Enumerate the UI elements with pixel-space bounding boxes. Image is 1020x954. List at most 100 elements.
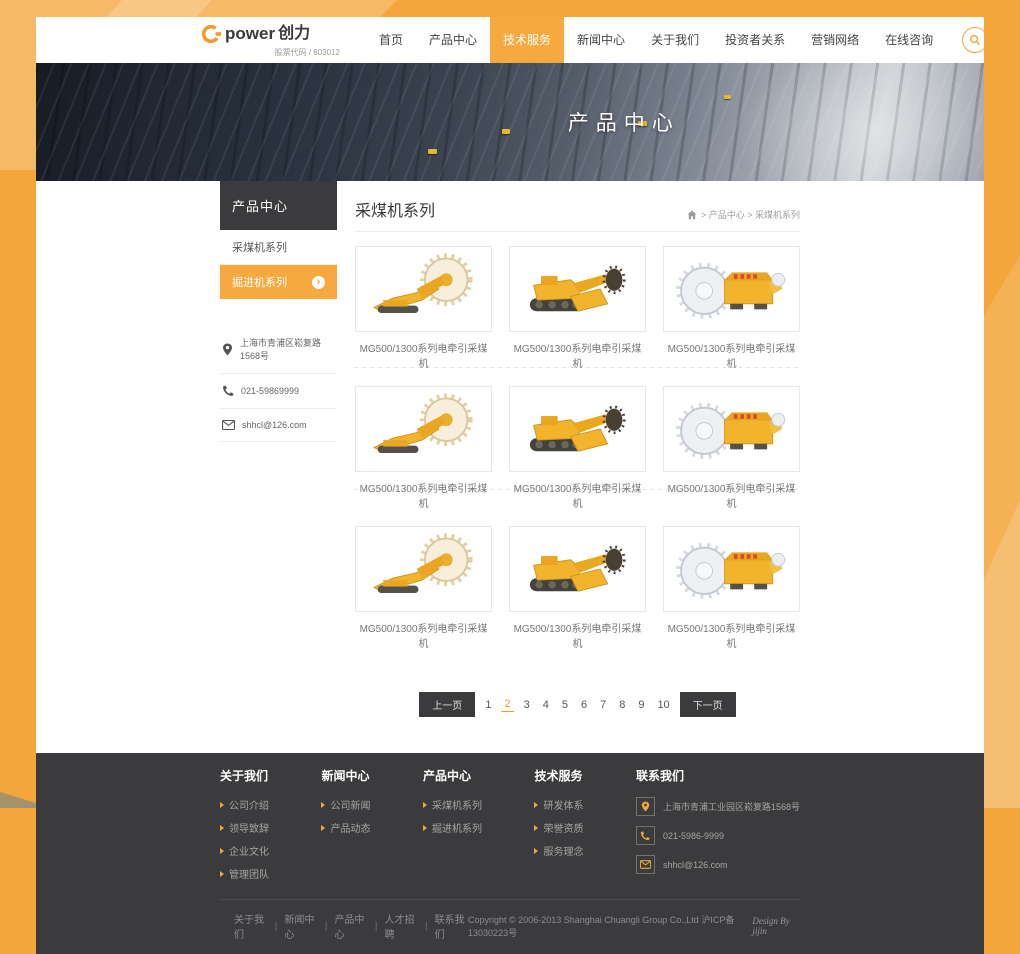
- copyright: Copyright © 2006-2013 Shanghai Chuangli …: [468, 913, 800, 939]
- footer-link[interactable]: 掘进机系列: [423, 820, 482, 835]
- email-icon: [222, 420, 235, 430]
- footer-link[interactable]: 采煤机系列: [423, 797, 482, 812]
- footer-link[interactable]: 服务理念: [534, 843, 583, 858]
- footer-bottom-links: 关于我们 | 新闻中心 | 产品中心: [220, 911, 468, 941]
- bullet-icon: [423, 802, 427, 808]
- page-number[interactable]: 7: [597, 698, 609, 712]
- product-image: [522, 532, 634, 606]
- bullet-icon: [220, 802, 224, 808]
- page-number[interactable]: 9: [635, 698, 647, 712]
- page-number[interactable]: 5: [559, 698, 571, 712]
- bullet-icon: [534, 802, 538, 808]
- machine-shearer-icon: [368, 532, 480, 606]
- footer-link[interactable]: 荣誉资质: [534, 820, 583, 835]
- footer-bottom-link[interactable]: 新闻中心: [284, 911, 317, 941]
- footer-link[interactable]: 公司介绍: [220, 797, 269, 812]
- nav-item[interactable]: 产品中心: [416, 17, 490, 63]
- site-header: power 创力 股票代码 / 603012 首页 产品中心 技术服务 新闻中心…: [36, 17, 984, 63]
- sidebar-menu-item[interactable]: 采煤机系列: [220, 230, 337, 265]
- product-label: MG500/1300系列电牵引采煤机: [509, 620, 646, 650]
- bullet-icon: [220, 825, 224, 831]
- sidebar: 产品中心 采煤机系列 掘进机系列 ›: [220, 181, 337, 753]
- page-number[interactable]: 1: [482, 698, 494, 712]
- sidebar-menu-item[interactable]: 掘进机系列 ›: [220, 265, 337, 299]
- nav-item[interactable]: 关于我们: [638, 17, 712, 63]
- product-image: [676, 252, 788, 326]
- copyright-text: Copyright © 2006-2013 Shanghai Chuangli …: [468, 913, 746, 939]
- footer-link[interactable]: 领导致辞: [220, 820, 269, 835]
- footer-bottom-link[interactable]: 产品中心: [334, 911, 367, 941]
- nav-item[interactable]: 新闻中心: [564, 17, 638, 63]
- product-card[interactable]: MG500/1300系列电牵引采煤机: [663, 526, 800, 666]
- nav-item[interactable]: 在线咨询: [872, 17, 946, 63]
- machine-gear-icon: [676, 252, 788, 326]
- logo-icon: [200, 23, 222, 45]
- product-card[interactable]: MG500/1300系列电牵引采煤机: [509, 246, 646, 386]
- footer-bottom-link[interactable]: 人才招聘: [385, 911, 418, 941]
- link-separator: |: [275, 921, 278, 932]
- arrow-right-icon: ›: [312, 276, 325, 289]
- product-card[interactable]: MG500/1300系列电牵引采煤机: [509, 526, 646, 666]
- product-image: [522, 252, 634, 326]
- content-area: 采煤机系列 > 产品中心 > 采煤机系列: [355, 181, 800, 753]
- brand-logo[interactable]: power 创力 股票代码 / 603012: [200, 23, 340, 58]
- home-icon: [687, 210, 697, 220]
- design-credit: Design By jijin: [752, 916, 800, 936]
- sidebar-contact: 上海市青浦区崧复路1568号 021-59869999 shhcl@1: [220, 325, 337, 442]
- page-number[interactable]: 8: [616, 698, 628, 712]
- page-number[interactable]: 2: [501, 697, 513, 712]
- footer-link[interactable]: 管理团队: [220, 866, 269, 881]
- site-page: power 创力 股票代码 / 603012 首页 产品中心 技术服务 新闻中心…: [36, 17, 984, 954]
- search-button[interactable]: [962, 27, 988, 53]
- footer-bottom-link[interactable]: 联系我们: [435, 911, 468, 941]
- product-label: MG500/1300系列电牵引采煤机: [509, 340, 646, 370]
- footer-link[interactable]: 研发体系: [534, 797, 583, 812]
- page-number[interactable]: 3: [521, 698, 533, 712]
- footer-link[interactable]: 产品动态: [321, 820, 370, 835]
- bullet-icon: [220, 871, 224, 877]
- sidebar-menu-label: 采煤机系列: [232, 239, 287, 255]
- footer-bottom-link[interactable]: 关于我们: [234, 911, 268, 941]
- footer-col-title: 产品中心: [423, 767, 482, 784]
- page-number[interactable]: 10: [654, 698, 672, 712]
- footer-col-news: 新闻中心 公司新闻 产品动态: [321, 767, 370, 889]
- truck-icon: [502, 129, 510, 134]
- nav-item[interactable]: 首页: [366, 17, 416, 63]
- product-label: MG500/1300系列电牵引采煤机: [663, 340, 800, 370]
- sidebar-title: 产品中心: [220, 181, 337, 230]
- product-image: [368, 392, 480, 466]
- breadcrumb[interactable]: > 产品中心 > 采煤机系列: [687, 208, 800, 221]
- nav-item[interactable]: 投资者关系: [712, 17, 798, 63]
- nav-item[interactable]: 营销网络: [798, 17, 872, 63]
- brand-name-cn: 创力: [278, 26, 310, 42]
- search-icon: [969, 34, 981, 46]
- page-number[interactable]: 4: [540, 698, 552, 712]
- machine-roadheader-icon: [522, 392, 634, 466]
- footer-col-title: 关于我们: [220, 767, 269, 784]
- footer-col-contact: 联系我们 上海市青浦工业园区崧复路1568号: [636, 767, 800, 889]
- product-card[interactable]: MG500/1300系列电牵引采煤机: [355, 526, 492, 666]
- sidebar-phone-text: 021-59869999: [241, 386, 299, 396]
- next-page-button[interactable]: 下一页: [680, 692, 736, 717]
- main-nav: 首页 产品中心 技术服务 新闻中心 关于我们 投资者关系 营销网络 在线咨询: [366, 17, 946, 63]
- footer-link[interactable]: 公司新闻: [321, 797, 370, 812]
- link-separator: |: [425, 921, 428, 932]
- footer-col-title: 新闻中心: [321, 767, 370, 784]
- prev-page-button[interactable]: 上一页: [419, 692, 475, 717]
- product-label: MG500/1300系列电牵引采煤机: [355, 480, 492, 510]
- pagination: 上一页 1 2 3 4 5 6: [355, 692, 800, 717]
- product-card[interactable]: MG500/1300系列电牵引采煤机: [355, 386, 492, 526]
- nav-item[interactable]: 技术服务: [490, 17, 564, 63]
- footer-bottom-bar: 关于我们 | 新闻中心 | 产品中心: [220, 899, 800, 954]
- footer-col-tech: 技术服务 研发体系 荣誉资质: [534, 767, 583, 889]
- content-header: 采煤机系列 > 产品中心 > 采煤机系列: [355, 181, 800, 232]
- footer-link[interactable]: 企业文化: [220, 843, 269, 858]
- product-card[interactable]: MG500/1300系列电牵引采煤机: [663, 246, 800, 386]
- page-number[interactable]: 6: [578, 698, 590, 712]
- product-card[interactable]: MG500/1300系列电牵引采煤机: [509, 386, 646, 526]
- product-card[interactable]: MG500/1300系列电牵引采煤机: [355, 246, 492, 386]
- product-label: MG500/1300系列电牵引采煤机: [355, 340, 492, 370]
- site-footer: 关于我们 公司介绍 领导致辞: [36, 753, 984, 954]
- footer-col-about: 关于我们 公司介绍 领导致辞: [220, 767, 269, 889]
- product-card[interactable]: MG500/1300系列电牵引采煤机: [663, 386, 800, 526]
